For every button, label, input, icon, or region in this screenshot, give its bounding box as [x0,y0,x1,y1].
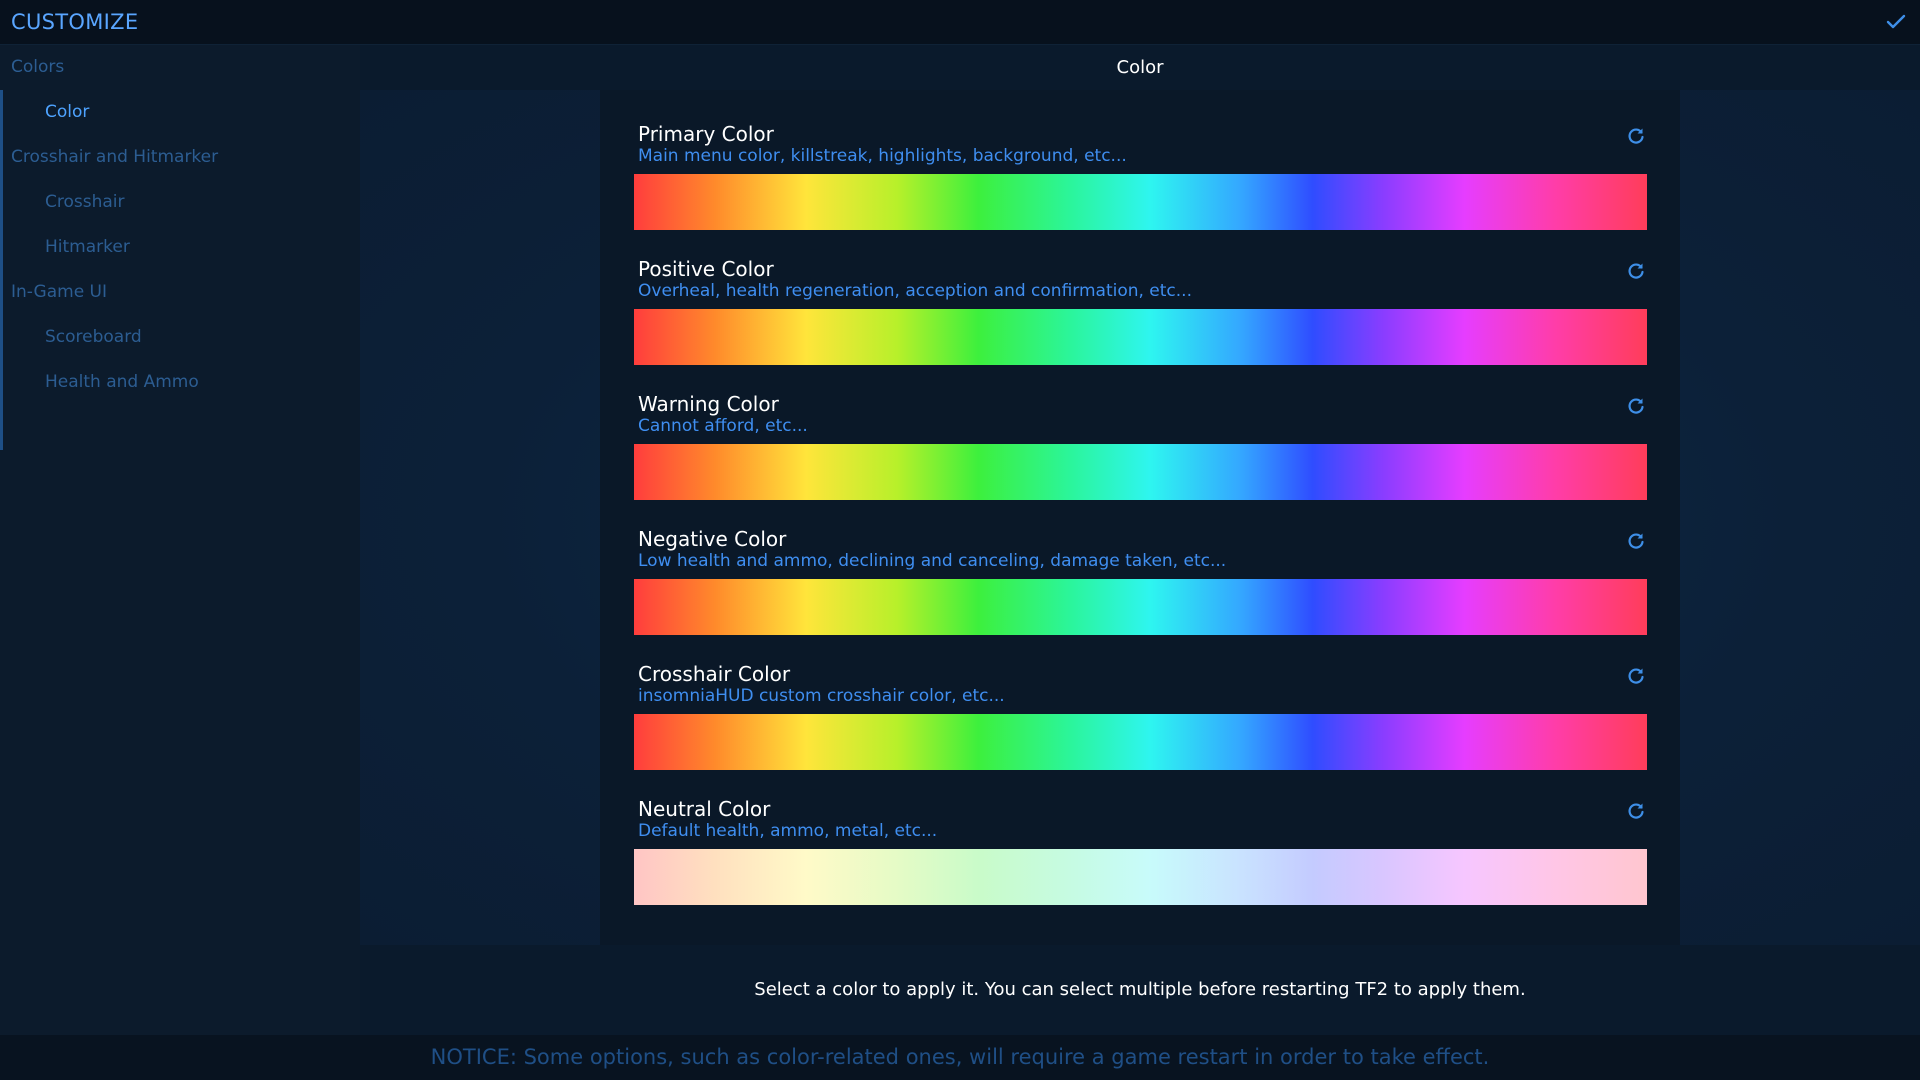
row-title: Neutral Color [638,797,771,821]
sidebar-item-scoreboard[interactable]: Scoreboard [0,315,360,360]
main-content: Color Primary Color Main menu color, kil… [360,45,1920,1035]
row-title: Warning Color [638,392,779,416]
color-spectrum-picker[interactable] [634,174,1647,230]
reset-icon [1628,398,1644,414]
confirm-button[interactable] [1882,8,1910,36]
row-title: Crosshair Color [638,662,791,686]
color-row-positive: Positive Color Overheal, health regenera… [600,225,1680,365]
reset-icon [1628,803,1644,819]
sidebar-accent-line [0,90,3,450]
color-spectrum-picker[interactable] [634,444,1647,500]
reset-icon [1628,668,1644,684]
page-title: Color [360,45,1920,90]
checkmark-icon [1886,14,1906,29]
reset-button[interactable] [1625,125,1647,147]
reset-button[interactable] [1625,665,1647,687]
sidebar-section-in-game-ui[interactable]: In-Game UI [0,270,360,315]
reset-button[interactable] [1625,530,1647,552]
title-bar: CUSTOMIZE [0,0,1920,45]
color-spectrum-picker[interactable] [634,849,1647,905]
sidebar-item-hitmarker[interactable]: Hitmarker [0,225,360,270]
color-spectrum-picker[interactable] [634,579,1647,635]
sidebar-item-color[interactable]: Color [0,90,360,135]
reset-button[interactable] [1625,395,1647,417]
reset-icon [1628,128,1644,144]
color-panel: Primary Color Main menu color, killstrea… [600,90,1680,945]
color-spectrum-picker[interactable] [634,714,1647,770]
sidebar-section-colors[interactable]: Colors [0,45,360,90]
row-description: Cannot afford, etc... [638,416,808,436]
row-title: Primary Color [638,122,774,146]
row-title: Negative Color [638,527,787,551]
reset-button[interactable] [1625,260,1647,282]
color-row-neutral: Neutral Color Default health, ammo, meta… [600,765,1680,905]
row-description: Overheal, health regeneration, acception… [638,281,1192,301]
row-description: Default health, ammo, metal, etc... [638,821,938,841]
hint-text: Select a color to apply it. You can sele… [360,945,1920,1035]
reset-button[interactable] [1625,800,1647,822]
color-row-negative: Negative Color Low health and ammo, decl… [600,495,1680,635]
notice-bar: NOTICE: Some options, such as color-rela… [0,1035,1920,1080]
color-row-primary: Primary Color Main menu color, killstrea… [600,90,1680,230]
reset-icon [1628,533,1644,549]
row-description: Low health and ammo, declining and cance… [638,551,1227,571]
color-row-crosshair: Crosshair Color insomniaHUD custom cross… [600,630,1680,770]
row-description: insomniaHUD custom crosshair color, etc.… [638,686,1005,706]
row-description: Main menu color, killstreak, highlights,… [638,146,1127,166]
sidebar-item-crosshair[interactable]: Crosshair [0,180,360,225]
color-spectrum-picker[interactable] [634,309,1647,365]
app-title: CUSTOMIZE [11,10,139,34]
reset-icon [1628,263,1644,279]
row-title: Positive Color [638,257,774,281]
sidebar-section-crosshair-and-hitmarker[interactable]: Crosshair and Hitmarker [0,135,360,180]
sidebar: Colors Color Crosshair and Hitmarker Cro… [0,45,360,1035]
content-area: Primary Color Main menu color, killstrea… [360,90,1920,945]
color-row-warning: Warning Color Cannot afford, etc... [600,360,1680,500]
sidebar-item-health-and-ammo[interactable]: Health and Ammo [0,360,360,405]
